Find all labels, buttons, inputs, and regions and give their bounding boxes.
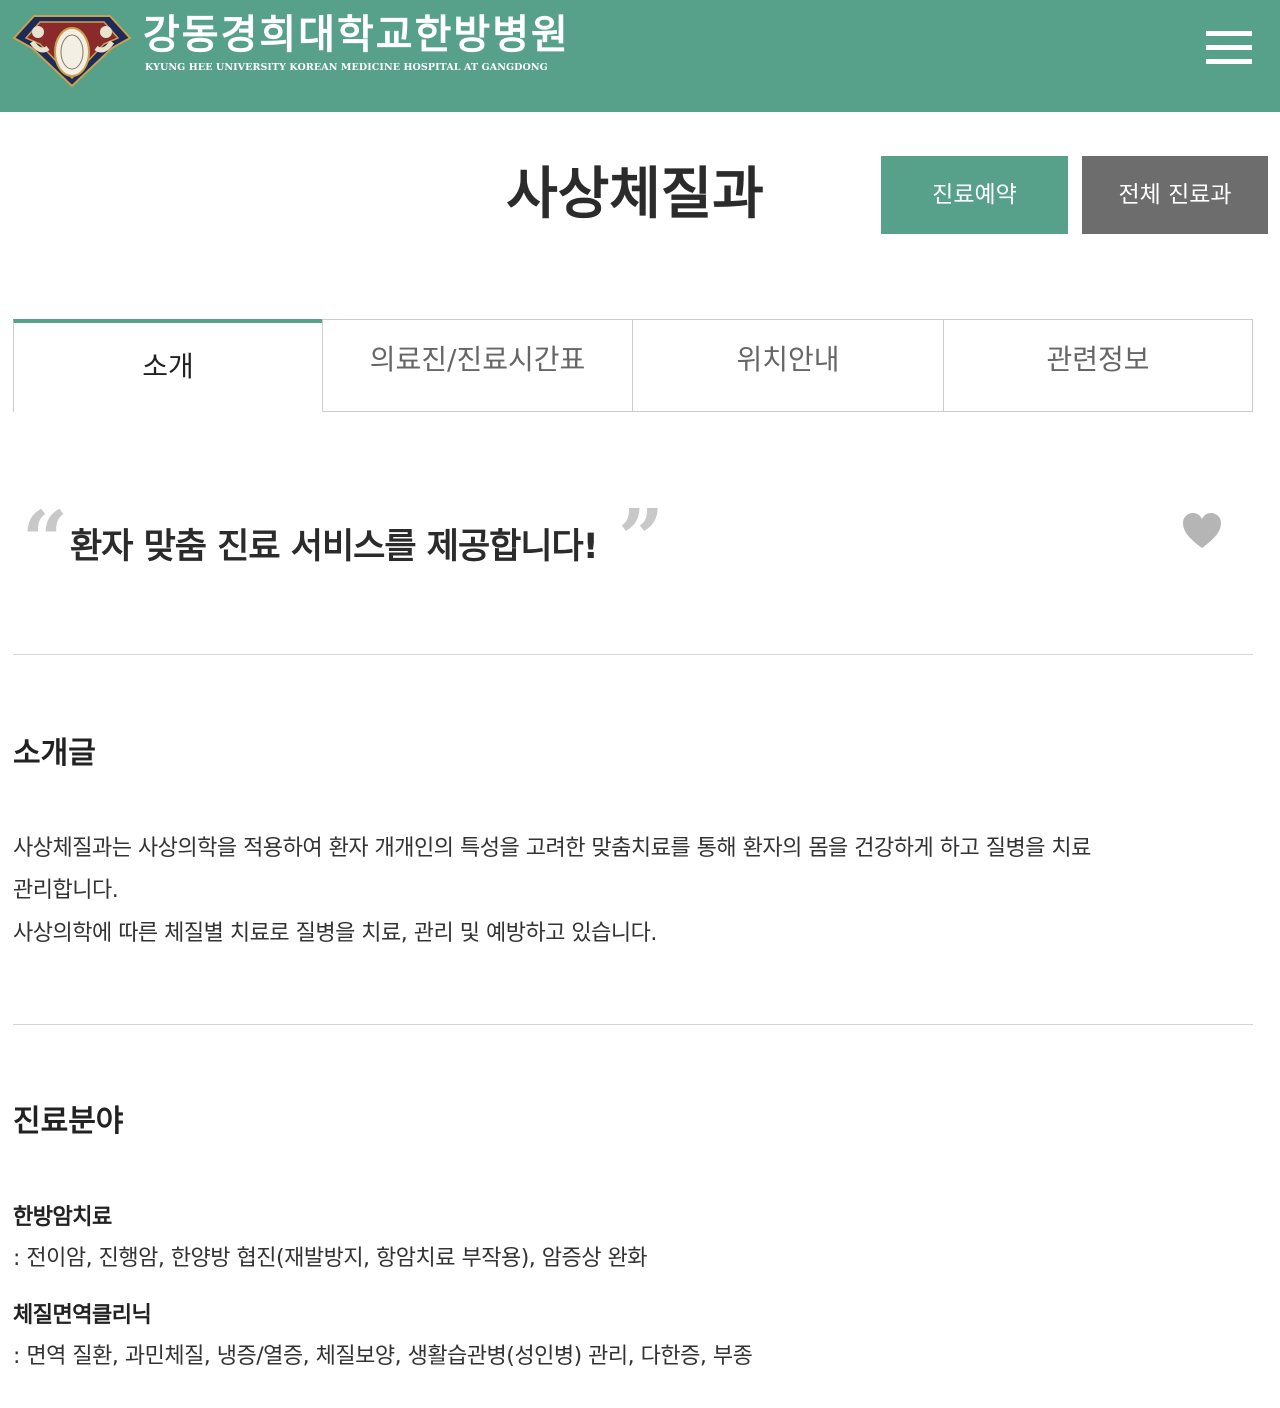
tab-intro[interactable]: 소개	[13, 319, 323, 412]
site-header: 강동경희대학교한방병원 KYUNG HEE UNIVERSITY KOREAN …	[0, 0, 1280, 112]
tab-location[interactable]: 위치안내	[632, 319, 944, 412]
department-tabs: 소개 의료진/진료시간표 위치안내 관련정보	[13, 319, 1253, 412]
department-slogan: 환자 맞춤 진료 서비스를 제공합니다!	[70, 527, 599, 567]
hospital-emblem-icon[interactable]	[12, 8, 132, 88]
treatment-field-title: 한방암치료	[13, 1205, 112, 1230]
heart-icon[interactable]	[1182, 512, 1222, 550]
open-quote-icon: “	[22, 493, 69, 587]
hamburger-menu-icon[interactable]	[1200, 26, 1256, 70]
intro-text-line: 사상의학에 따른 체질별 치료로 질병을 치료, 관리 및 예방하고 있습니다.	[13, 921, 657, 946]
hospital-name-english: KYUNG HEE UNIVERSITY KOREAN MEDICINE HOS…	[145, 62, 548, 73]
treatment-fields-heading: 진료분야	[13, 1104, 124, 1139]
intro-text-line: 관리합니다.	[13, 878, 119, 903]
all-departments-button[interactable]: 전체 진료과	[1082, 156, 1268, 234]
treatment-field-description: : 전이암, 진행암, 한양방 협진(재발방지, 항암치료 부작용), 암증상 …	[13, 1246, 647, 1271]
section-divider	[13, 654, 1253, 655]
tab-related-info[interactable]: 관련정보	[943, 319, 1253, 412]
treatment-field-title: 체질면역클리닉	[13, 1303, 152, 1328]
intro-text-line: 사상체질과는 사상의학을 적용하여 환자 개개인의 특성을 고려한 맞춤치료를 …	[13, 836, 1091, 861]
reservation-button[interactable]: 진료예약	[881, 156, 1068, 234]
tab-doctors-schedule[interactable]: 의료진/진료시간표	[322, 319, 633, 412]
section-divider	[13, 1024, 1253, 1025]
close-quote-icon: ”	[618, 491, 665, 585]
treatment-field-description: : 면역 질환, 과민체질, 냉증/열증, 체질보양, 생활습관병(성인병) 관…	[13, 1344, 753, 1369]
intro-heading: 소개글	[13, 736, 96, 771]
hospital-name[interactable]: 강동경희대학교한방병원	[143, 10, 570, 60]
page-title: 사상체질과	[506, 162, 764, 227]
